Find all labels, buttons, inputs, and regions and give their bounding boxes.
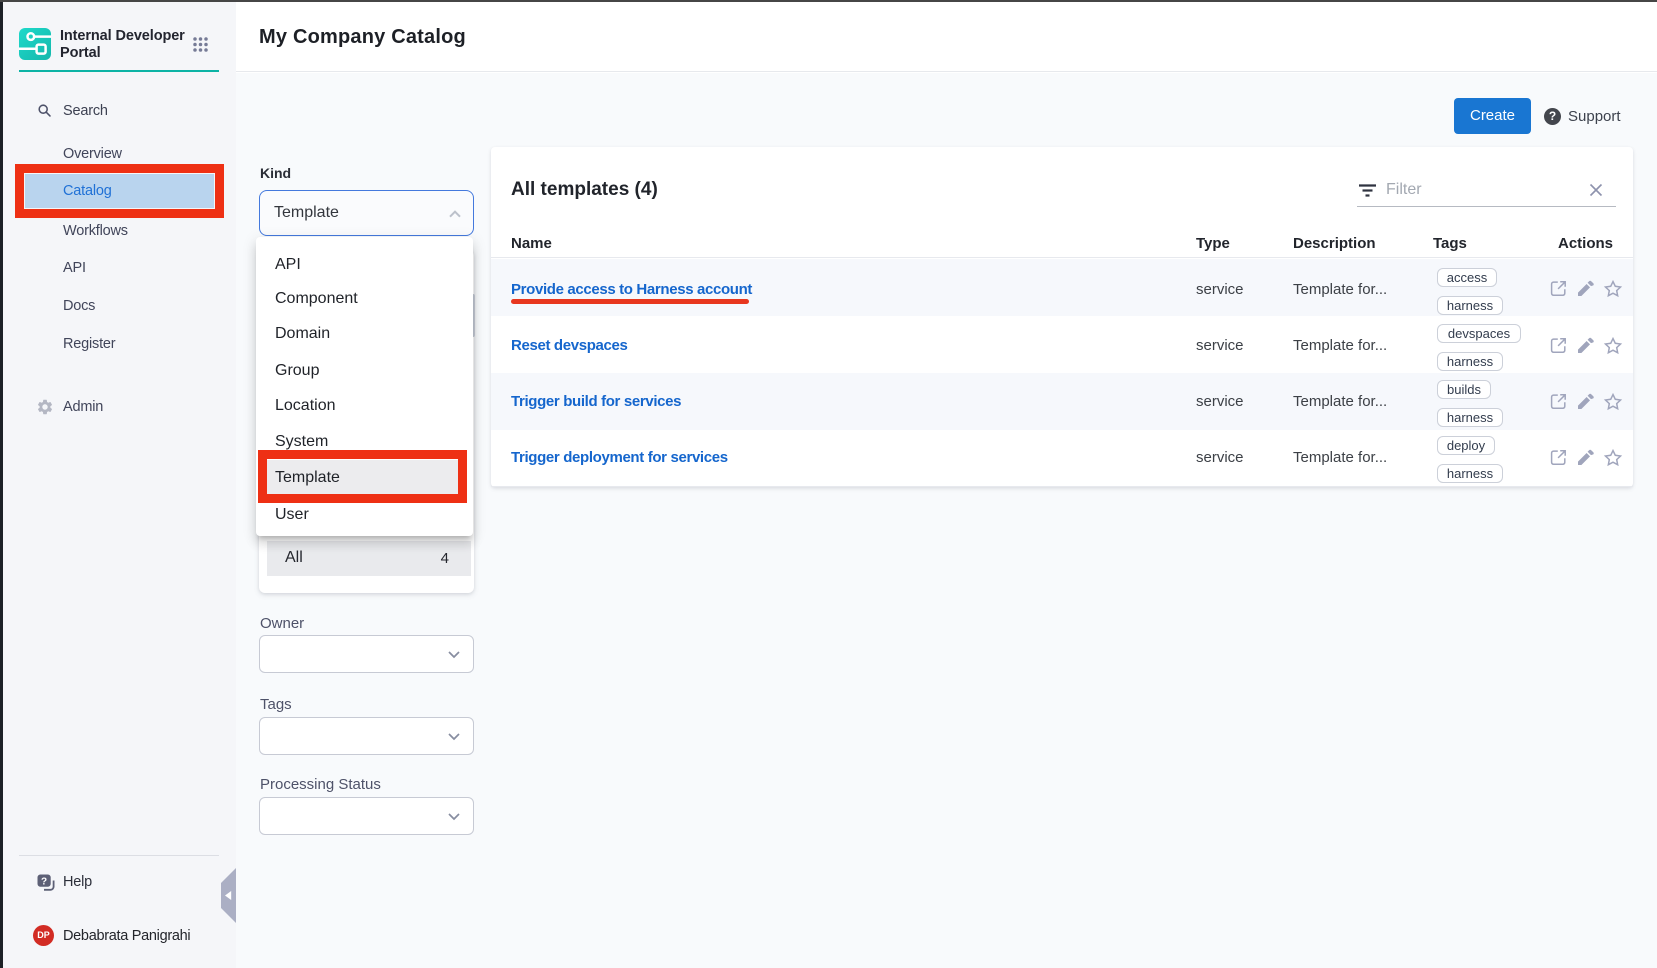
svg-text:?: ? <box>41 876 47 887</box>
